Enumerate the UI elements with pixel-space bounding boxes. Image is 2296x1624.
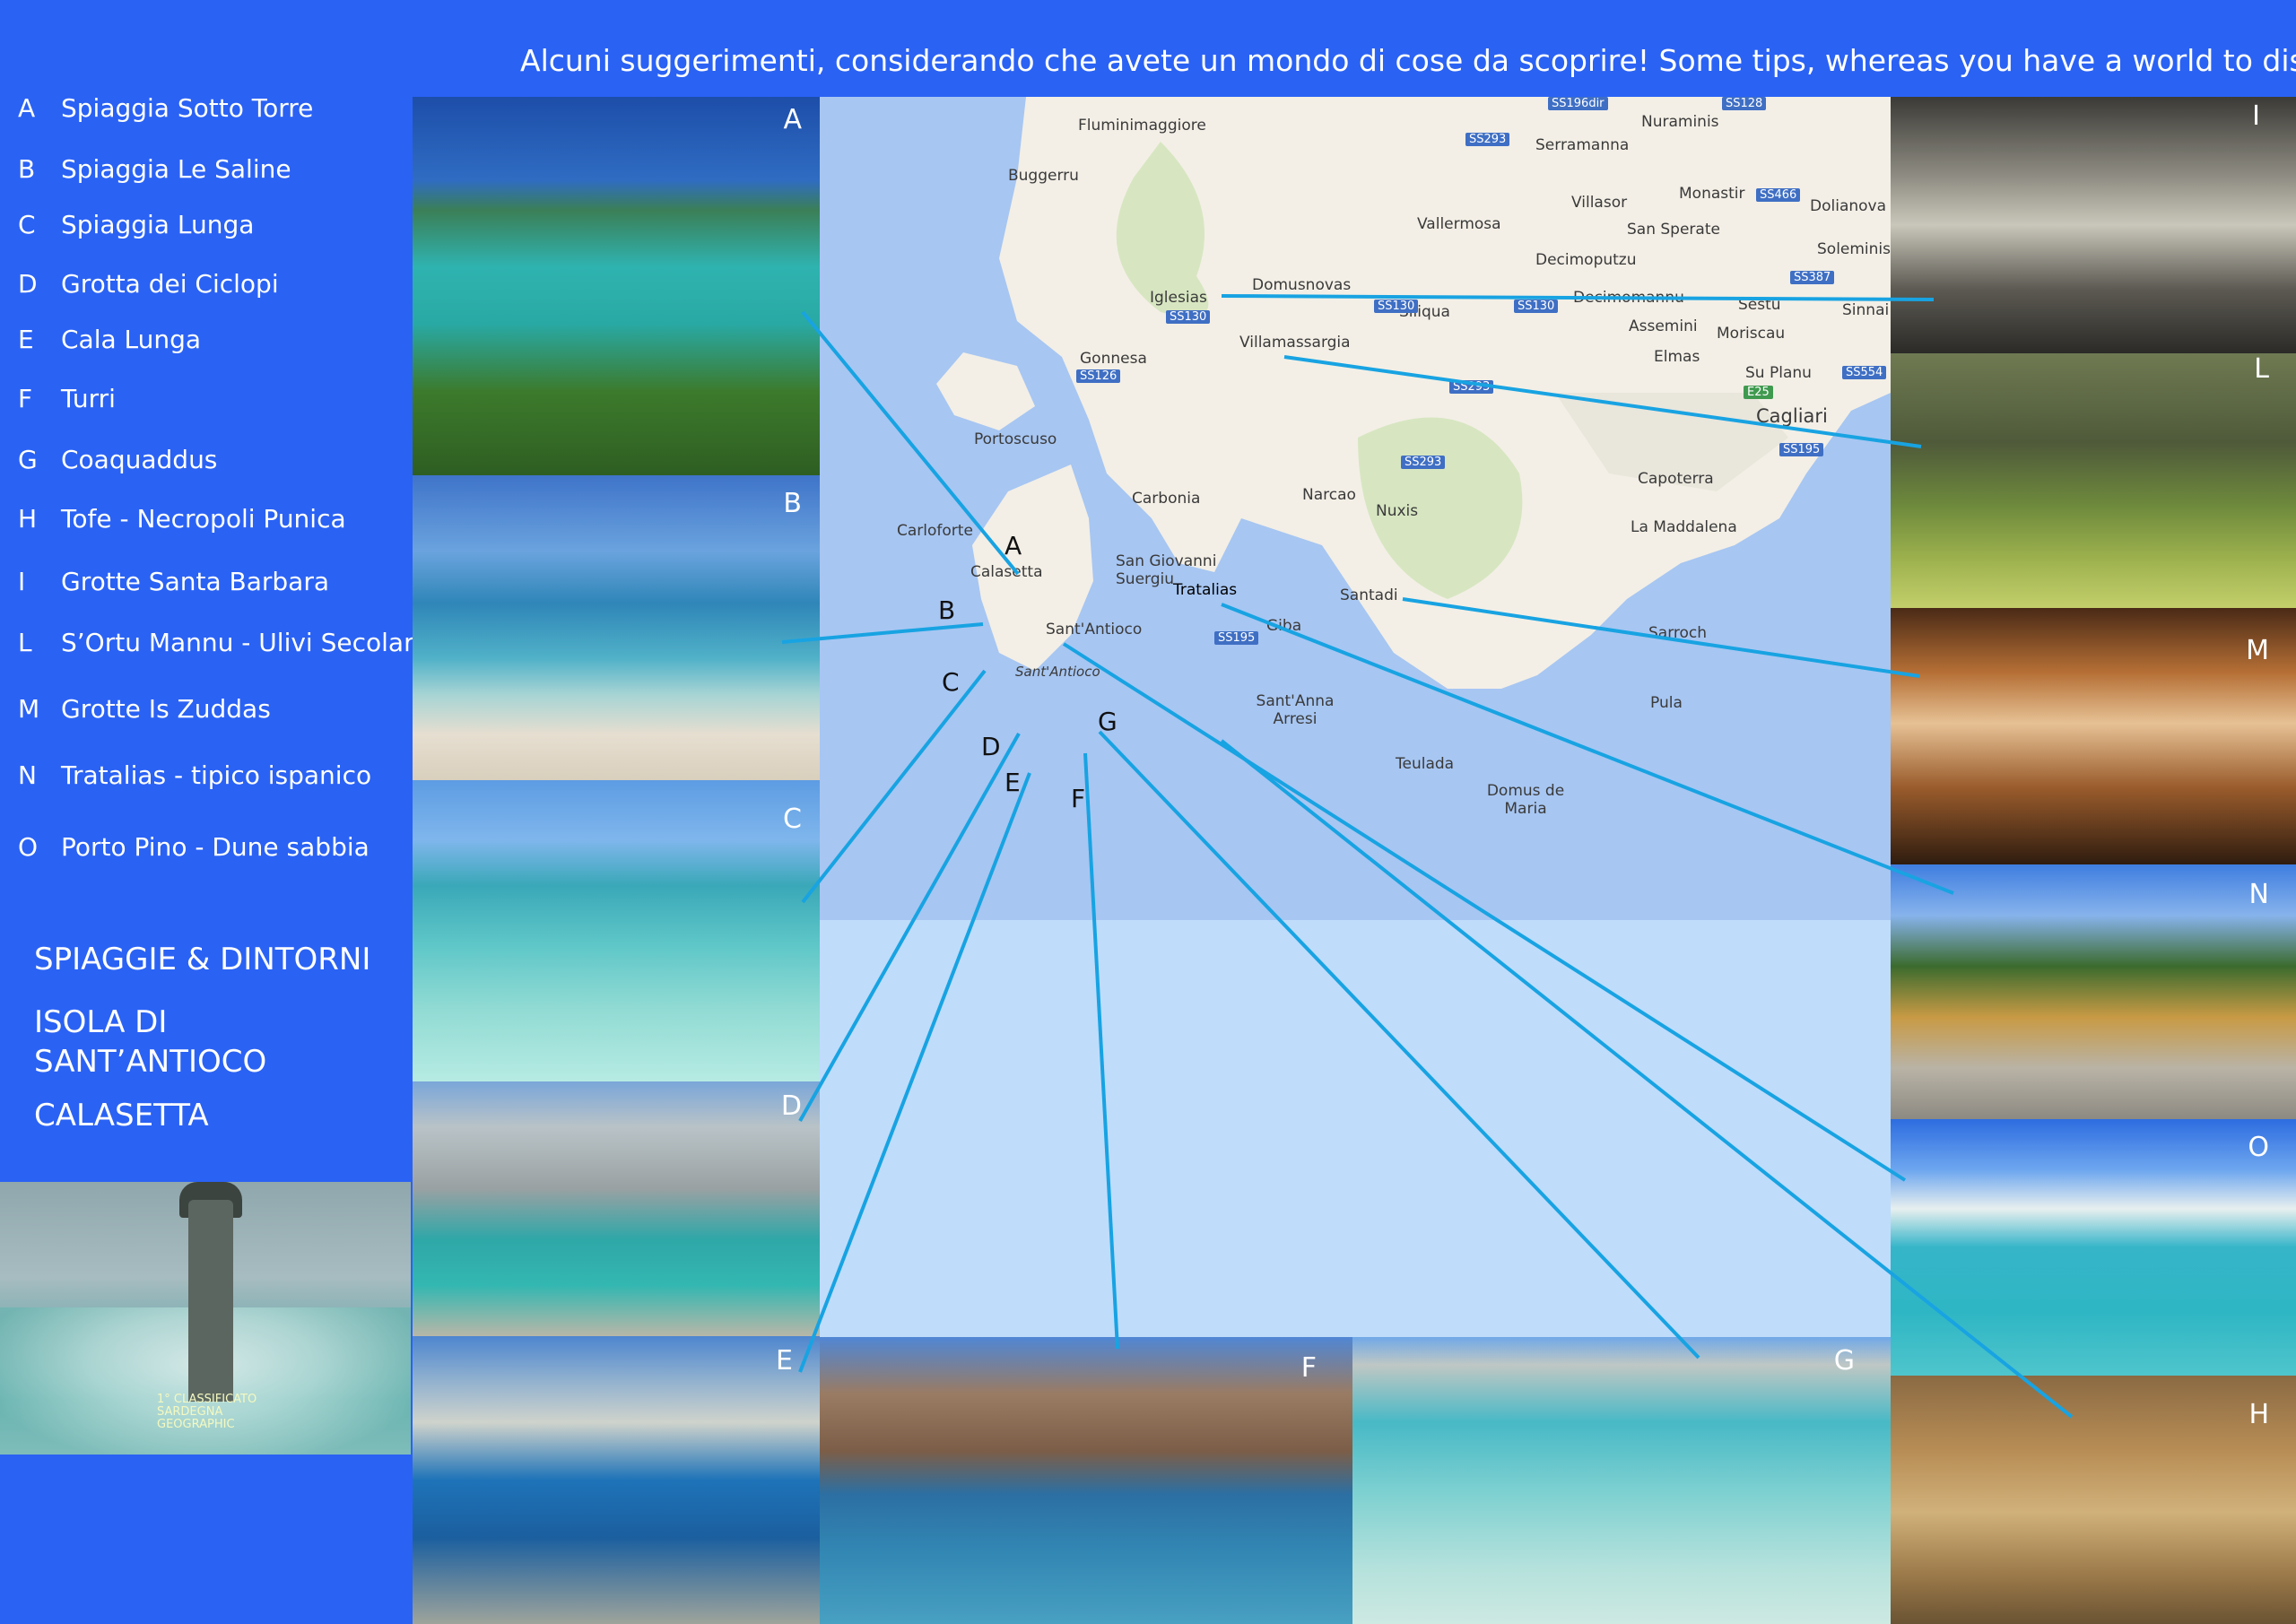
connector-lines (781, 294, 2074, 1419)
